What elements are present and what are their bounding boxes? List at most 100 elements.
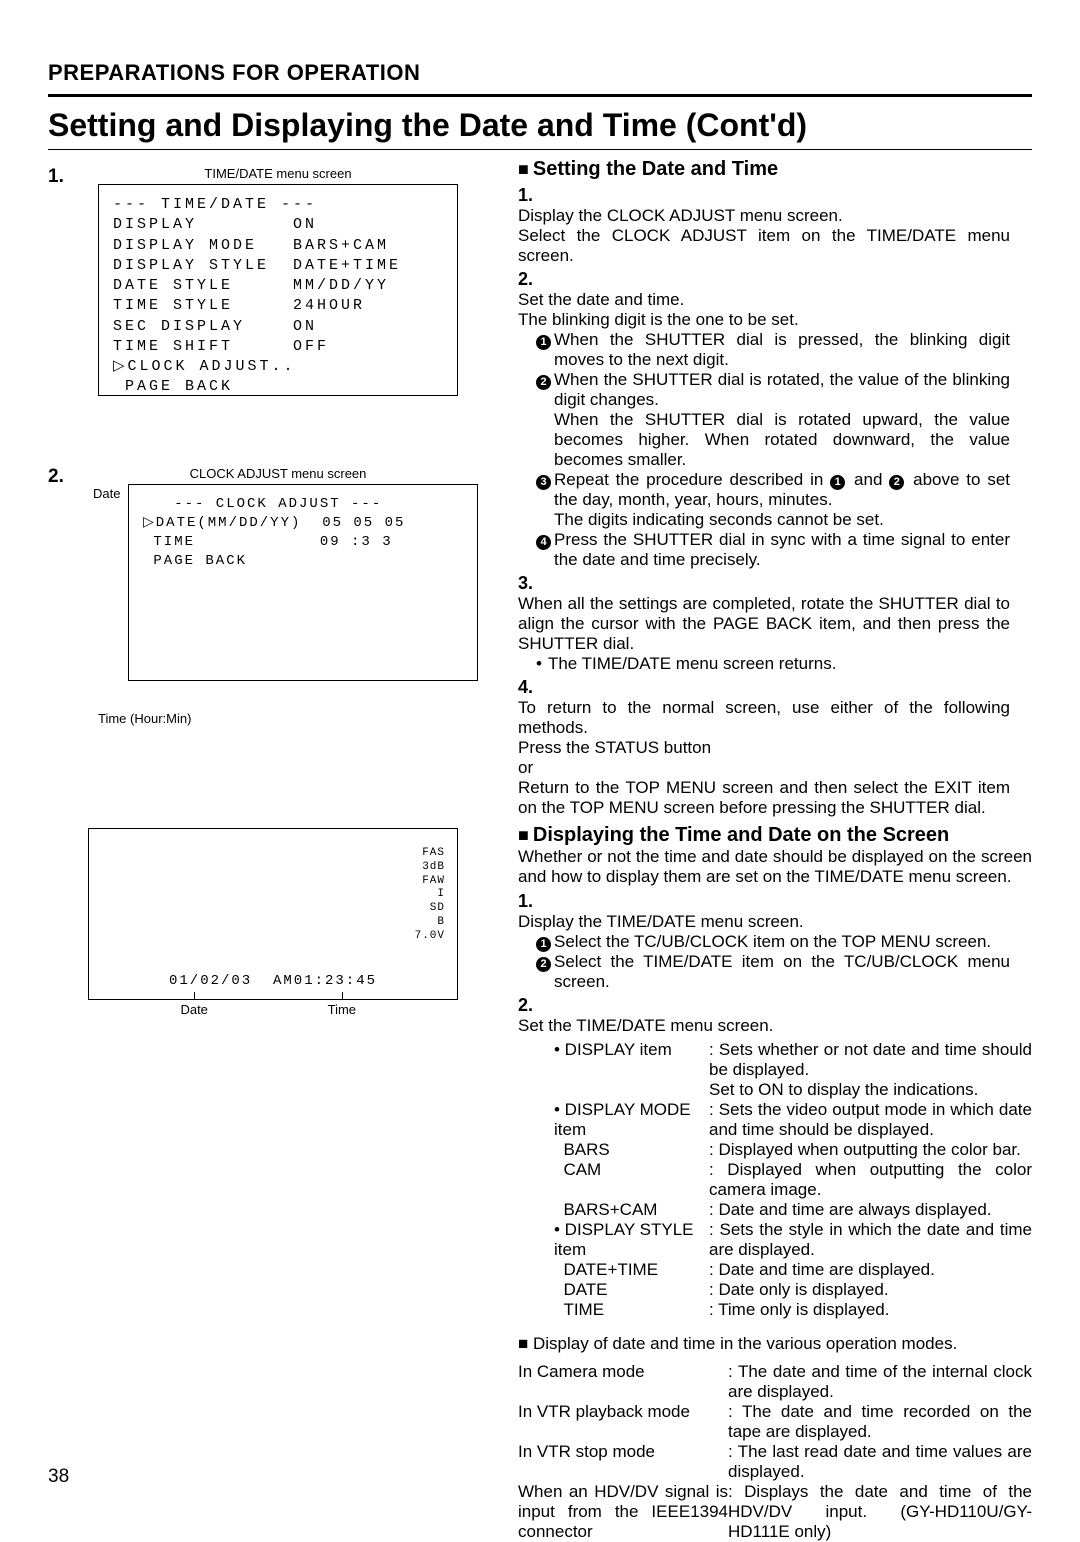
item-desc: Displayed when outputting the color bar.: [709, 1140, 1032, 1160]
step-3-line-a: When all the settings are completed, rot…: [518, 594, 1010, 653]
menu2-date-label: Date: [93, 486, 120, 501]
mode-row: In VTR playback modeThe date and time re…: [518, 1402, 1032, 1442]
left-step-2-number: 2.: [48, 466, 68, 488]
dstep-1-sub-2: Select the TIME/DATE item on the TC/UB/C…: [554, 952, 1010, 992]
circled-2-ref-icon: 2: [889, 475, 904, 490]
item-desc: Sets the style in which the date and tim…: [709, 1220, 1032, 1260]
item-key: TIME: [554, 1300, 709, 1320]
mode-row: In VTR stop modeThe last read date and t…: [518, 1442, 1032, 1482]
mode-key: In VTR playback mode: [518, 1402, 728, 1442]
right-column: ■Setting the Date and Time 1. Display th…: [518, 158, 1032, 1542]
circled-2-icon: 2: [536, 375, 551, 390]
step-4-line-a: To return to the normal screen, use eith…: [518, 698, 1010, 737]
menu1-caption: TIME/DATE menu screen: [68, 166, 488, 181]
step-3-bullet: The TIME/DATE menu screen returns.: [536, 654, 836, 673]
setting-heading: ■Setting the Date and Time: [518, 158, 1032, 181]
item-row: • DISPLAY MODE itemSets the video output…: [554, 1100, 1032, 1140]
item-row: • DISPLAY STYLE itemSets the style in wh…: [554, 1220, 1032, 1260]
item-row: • DISPLAY itemSets whether or not date a…: [554, 1040, 1032, 1100]
osd-bottom-datetime: 01/02/03 AM01:23:45: [89, 972, 457, 991]
item-key: DATE: [554, 1280, 709, 1300]
circled-3-icon: 3: [536, 475, 551, 490]
item-row: CAMDisplayed when outputting the color c…: [554, 1160, 1032, 1200]
step-2-line-a: Set the date and time.: [518, 290, 684, 309]
item-desc: Date and time are always displayed.: [709, 1200, 1032, 1220]
item-key: BARS+CAM: [554, 1200, 709, 1220]
step-1-line-b: Select the CLOCK ADJUST item on the TIME…: [518, 226, 1010, 265]
left-column: 1. TIME/DATE menu screen --- TIME/DATE -…: [48, 158, 488, 1542]
mode-desc: The date and time of the internal clock …: [728, 1362, 1032, 1402]
step-2-sub-2a: When the SHUTTER dial is rotated, the va…: [554, 370, 1010, 409]
modes-heading: ■ Display of date and time in the variou…: [518, 1334, 1032, 1354]
mode-desc: Displays the date and time of the HDV/DV…: [728, 1482, 1032, 1542]
circled-1-icon: 1: [536, 335, 551, 350]
circled-4-icon: 4: [536, 535, 551, 550]
osd-time-label: Time: [328, 1002, 356, 1017]
item-key: • DISPLAY STYLE item: [554, 1220, 709, 1260]
step-4-number: 4.: [518, 677, 538, 698]
item-desc: Date only is displayed.: [709, 1280, 1032, 1300]
step-2-sub-3b: and: [847, 470, 889, 489]
dcircled-1-icon: 1: [536, 937, 551, 952]
item-key: • DISPLAY item: [554, 1040, 709, 1100]
dstep-2-number: 2.: [518, 995, 538, 1016]
osd-right-status: FAS 3dB FAW I SD B 7.0V: [415, 847, 445, 943]
circled-1-ref-icon: 1: [830, 475, 845, 490]
item-desc: Sets the video output mode in which date…: [709, 1100, 1032, 1140]
item-key: CAM: [554, 1160, 709, 1200]
step-4-line-d: Return to the TOP MENU screen and then s…: [518, 778, 1010, 817]
item-row: DATEDate only is displayed.: [554, 1280, 1032, 1300]
menu2-caption: CLOCK ADJUST menu screen: [68, 466, 488, 481]
step-3-number: 3.: [518, 573, 538, 594]
step-2-sub-1: When the SHUTTER dial is pressed, the bl…: [554, 330, 1010, 370]
step-2-sub-3d: The digits indicating seconds cannot be …: [554, 510, 884, 529]
item-desc: Date and time are displayed.: [709, 1260, 1032, 1280]
step-1-number: 1.: [518, 185, 538, 206]
page-number: 38: [48, 1466, 69, 1488]
square-bullet-icon: ■: [518, 159, 529, 179]
dstep-1-line-a: Display the TIME/DATE menu screen.: [518, 912, 804, 931]
item-row: BARSDisplayed when outputting the color …: [554, 1140, 1032, 1160]
breadcrumb: PREPARATIONS FOR OPERATION: [48, 60, 1032, 97]
osd-date-label: Date: [180, 1002, 207, 1017]
mode-desc: The last read date and time values are d…: [728, 1442, 1032, 1482]
clock-adjust-menu-screen: --- CLOCK ADJUST --- ▷DATE(MM/DD/YY) 05 …: [128, 484, 478, 681]
dcircled-2-icon: 2: [536, 957, 551, 972]
square-bullet-icon-2: ■: [518, 825, 529, 845]
item-desc: Time only is displayed.: [709, 1300, 1032, 1320]
step-2-line-b: The blinking digit is the one to be set.: [518, 310, 799, 329]
step-1-line-a: Display the CLOCK ADJUST menu screen.: [518, 206, 843, 225]
item-row: TIMETime only is displayed.: [554, 1300, 1032, 1320]
step-2-sub-4: Press the SHUTTER dial in sync with a ti…: [554, 530, 1010, 570]
left-step-1-number: 1.: [48, 166, 68, 188]
dstep-2-line-a: Set the TIME/DATE menu screen.: [518, 1016, 773, 1035]
mode-key: In Camera mode: [518, 1362, 728, 1402]
item-key: • DISPLAY MODE item: [554, 1100, 709, 1140]
step-4-line-b: Press the STATUS button: [518, 738, 711, 757]
step-2-sub-2b: When the SHUTTER dial is rotated upward,…: [554, 410, 1010, 469]
time-date-menu-screen: --- TIME/DATE --- DISPLAY ON DISPLAY MOD…: [98, 184, 458, 396]
item-key: DATE+TIME: [554, 1260, 709, 1280]
mode-key: In VTR stop mode: [518, 1442, 728, 1482]
menu2-time-label: Time (Hour:Min): [98, 711, 191, 726]
item-key: BARS: [554, 1140, 709, 1160]
item-desc: Sets whether or not date and time should…: [709, 1040, 1032, 1100]
items-table: • DISPLAY itemSets whether or not date a…: [518, 1040, 1032, 1320]
dstep-1-number: 1.: [518, 891, 538, 912]
item-row: BARS+CAMDate and time are always display…: [554, 1200, 1032, 1220]
mode-row: When an HDV/DV signal is input from the …: [518, 1482, 1032, 1542]
mode-desc: The date and time recorded on the tape a…: [728, 1402, 1032, 1442]
osd-under-labels: Date Time: [88, 1002, 448, 1017]
osd-preview-screen: FAS 3dB FAW I SD B 7.0V 01/02/03 AM01:23…: [88, 828, 458, 1000]
modes-table: In Camera modeThe date and time of the i…: [518, 1362, 1032, 1542]
item-row: DATE+TIMEDate and time are displayed.: [554, 1260, 1032, 1280]
page-title: Setting and Displaying the Date and Time…: [48, 107, 1032, 150]
mode-row: In Camera modeThe date and time of the i…: [518, 1362, 1032, 1402]
dstep-1-sub-1: Select the TC/UB/CLOCK item on the TOP M…: [554, 932, 1010, 952]
displaying-heading: ■Displaying the Time and Date on the Scr…: [518, 824, 1032, 847]
step-2-sub-3a: Repeat the procedure described in: [554, 470, 830, 489]
item-desc: Displayed when outputting the color came…: [709, 1160, 1032, 1200]
step-4-line-c: or: [518, 758, 533, 777]
displaying-intro: Whether or not the time and date should …: [518, 847, 1032, 887]
mode-key: When an HDV/DV signal is input from the …: [518, 1482, 728, 1542]
